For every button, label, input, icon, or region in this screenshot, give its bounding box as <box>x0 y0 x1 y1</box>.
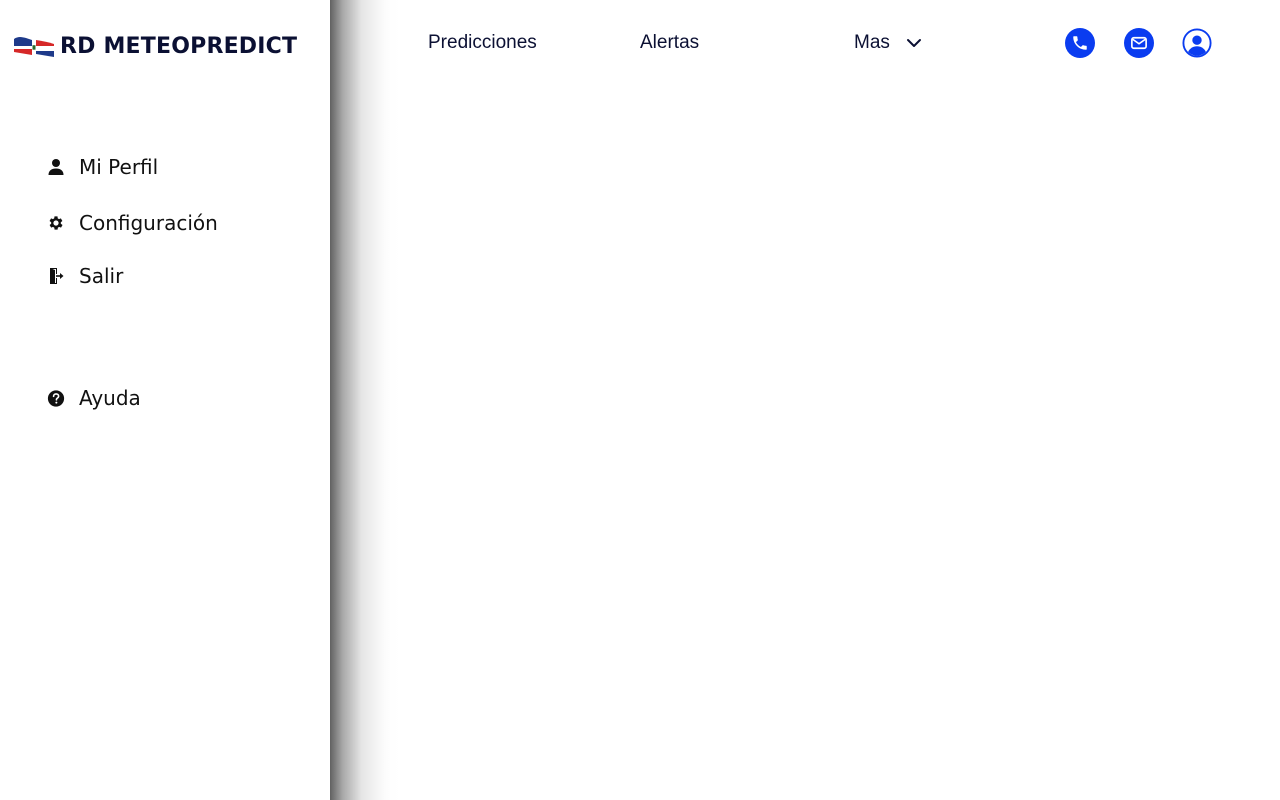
nav-predicciones-link[interactable]: Predicciones <box>428 31 537 55</box>
sidebar-item-label: Configuración <box>79 211 218 235</box>
chevron-down-icon <box>905 34 923 52</box>
brand-name: RD METEOPREDICT <box>60 33 298 59</box>
gear-icon <box>47 214 65 232</box>
sidebar-item-label: Ayuda <box>79 386 141 410</box>
mail-icon <box>1131 36 1147 50</box>
logout-icon <box>47 267 65 285</box>
sidebar-item-salir[interactable]: Salir <box>47 264 123 288</box>
dominican-flag-icon <box>13 37 55 57</box>
sidebar-item-ayuda[interactable]: Ayuda <box>47 386 141 410</box>
user-profile-icon <box>1182 28 1212 58</box>
sidebar-item-label: Salir <box>79 264 124 288</box>
sidebar-item-label: Mi Perfil <box>79 155 159 179</box>
user-profile-button[interactable] <box>1182 28 1212 58</box>
nav-alertas-link[interactable]: Alertas <box>640 31 699 55</box>
phone-button[interactable] <box>1065 28 1095 58</box>
help-icon <box>47 389 65 407</box>
nav-mas-dropdown[interactable]: Mas <box>854 31 923 55</box>
sidebar-shadow <box>330 0 400 800</box>
sidebar-item-mi-perfil[interactable]: Mi Perfil <box>47 155 158 179</box>
user-icon <box>47 158 65 176</box>
page: Predicciones Alertas Mas RD METEOPREDICT… <box>0 0 1280 800</box>
sidebar-item-configuracion[interactable]: Configuración <box>47 211 218 235</box>
brand-logo[interactable]: RD METEOPREDICT <box>12 30 297 62</box>
phone-icon <box>1073 36 1087 50</box>
nav-mas-label: Mas <box>854 32 890 53</box>
mail-button[interactable] <box>1124 28 1154 58</box>
sidebar-drawer: RD METEOPREDICT Mi Perfil Configuración <box>0 0 330 800</box>
